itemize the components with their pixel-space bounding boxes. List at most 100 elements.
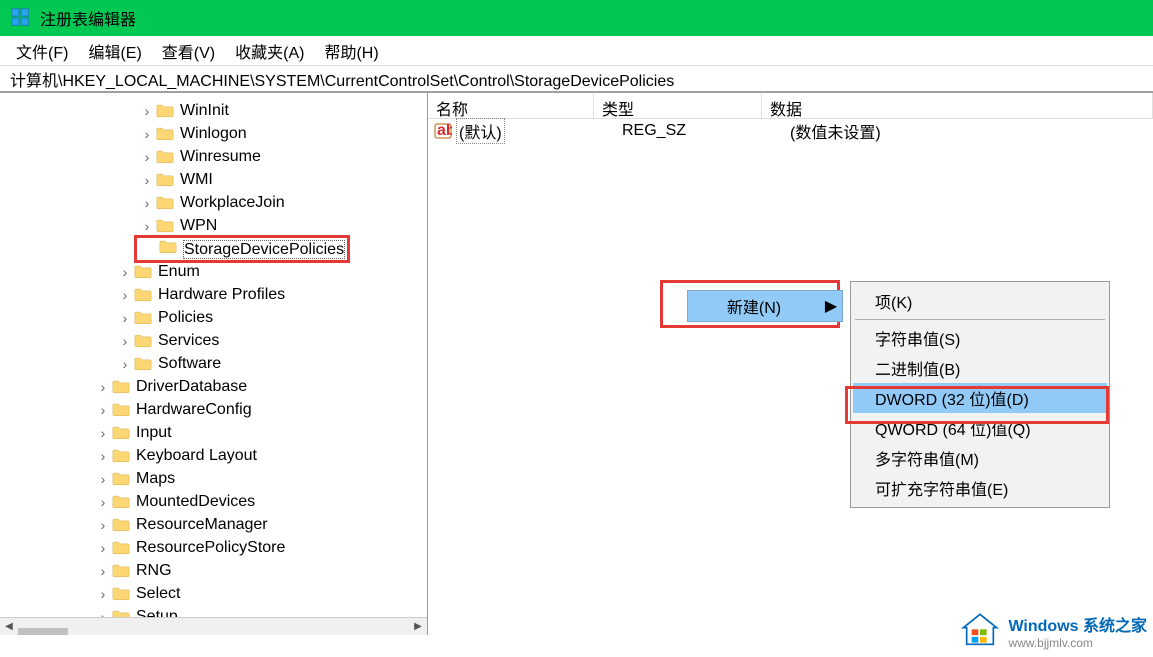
expander-icon[interactable] bbox=[140, 104, 154, 118]
tree-item-label: Winlogon bbox=[180, 125, 247, 143]
value-name: (默认) bbox=[456, 118, 505, 144]
expander-icon[interactable] bbox=[96, 380, 110, 394]
tree-item[interactable]: Policies bbox=[0, 306, 427, 329]
col-header-data[interactable]: 数据 bbox=[762, 93, 1153, 118]
tree-item-label: WorkplaceJoin bbox=[180, 194, 285, 212]
tree-item[interactable]: Software bbox=[0, 352, 427, 375]
menu-help[interactable]: 帮助(H) bbox=[314, 35, 388, 67]
expander-icon[interactable] bbox=[140, 127, 154, 141]
tree-item-label: DriverDatabase bbox=[136, 378, 247, 396]
menu-bar: 文件(F) 编辑(E) 查看(V) 收藏夹(A) 帮助(H) bbox=[0, 36, 1153, 66]
tree[interactable]: WinInit Winlogon Winresume WMI WorkplaceJoin… bbox=[0, 93, 427, 635]
expander-icon[interactable] bbox=[96, 472, 110, 486]
context-menu-item[interactable]: 字符串值(S) bbox=[853, 323, 1107, 353]
tree-item-label: Input bbox=[136, 424, 172, 442]
watermark-title: Windows 系统之家 bbox=[1008, 612, 1147, 636]
value-type: REG_SZ bbox=[622, 122, 790, 140]
expander-icon[interactable] bbox=[96, 587, 110, 601]
tree-item-label: WMI bbox=[180, 171, 213, 189]
expander-icon[interactable] bbox=[140, 219, 154, 233]
tree-item[interactable]: Services bbox=[0, 329, 427, 352]
expander-icon[interactable] bbox=[118, 288, 132, 302]
tree-item[interactable]: Keyboard Layout bbox=[0, 444, 427, 467]
menu-view[interactable]: 查看(V) bbox=[152, 35, 225, 67]
tree-item[interactable]: Enum bbox=[0, 260, 427, 283]
context-new-highlight: 新建(N) ▶ bbox=[660, 280, 840, 328]
context-menu-item[interactable]: 二进制值(B) bbox=[853, 353, 1107, 383]
col-header-type[interactable]: 类型 bbox=[594, 93, 762, 118]
tree-item[interactable]: Hardware Profiles bbox=[0, 283, 427, 306]
tree-item-label: HardwareConfig bbox=[136, 401, 252, 419]
tree-item-label: WinInit bbox=[180, 102, 229, 120]
tree-panel: WinInit Winlogon Winresume WMI WorkplaceJoin… bbox=[0, 93, 428, 635]
context-menu-item[interactable]: 项(K) bbox=[853, 286, 1107, 316]
watermark-logo-icon bbox=[960, 611, 1000, 651]
context-menu-item[interactable]: QWORD (64 位)值(Q) bbox=[853, 413, 1107, 443]
expander-icon[interactable] bbox=[96, 564, 110, 578]
tree-item-label: Policies bbox=[158, 309, 213, 327]
tree-item-label: Select bbox=[136, 585, 180, 603]
context-menu-item[interactable]: 多字符串值(M) bbox=[853, 443, 1107, 473]
col-header-name[interactable]: 名称 bbox=[428, 93, 594, 118]
expander-icon[interactable] bbox=[140, 173, 154, 187]
tree-item[interactable]: MountedDevices bbox=[0, 490, 427, 513]
tree-item[interactable]: Winlogon bbox=[0, 122, 427, 145]
title-bar: 注册表编辑器 bbox=[0, 0, 1153, 36]
value-data: (数值未设置) bbox=[790, 119, 1153, 143]
tree-item-label: WPN bbox=[180, 217, 217, 235]
expander-icon[interactable] bbox=[96, 495, 110, 509]
scroll-left-arrow[interactable]: ◀ bbox=[0, 618, 18, 636]
tree-item-label: Winresume bbox=[180, 148, 261, 166]
tree-item[interactable]: StorageDevicePolicies bbox=[0, 237, 427, 260]
tree-item[interactable]: Winresume bbox=[0, 145, 427, 168]
list-row[interactable]: ab (默认) REG_SZ (数值未设置) bbox=[428, 119, 1153, 143]
list-header: 名称 类型 数据 bbox=[428, 93, 1153, 119]
tree-item-label: StorageDevicePolicies bbox=[183, 240, 345, 259]
menu-fav[interactable]: 收藏夹(A) bbox=[225, 35, 314, 67]
expander-icon[interactable] bbox=[140, 150, 154, 164]
tree-item[interactable]: Select bbox=[0, 582, 427, 605]
expander-icon[interactable] bbox=[96, 541, 110, 555]
context-menu-item[interactable]: DWORD (32 位)值(D) bbox=[853, 383, 1107, 413]
expander-icon[interactable] bbox=[140, 196, 154, 210]
expander-icon[interactable] bbox=[118, 357, 132, 371]
tree-item-label: Hardware Profiles bbox=[158, 286, 285, 304]
submenu-arrow-icon: ▶ bbox=[820, 296, 842, 316]
tree-item[interactable]: DriverDatabase bbox=[0, 375, 427, 398]
context-new-label: 新建(N) bbox=[688, 294, 820, 318]
scroll-right-arrow[interactable]: ▶ bbox=[409, 618, 427, 636]
string-value-icon: ab bbox=[434, 122, 452, 140]
tree-item-label: ResourceManager bbox=[136, 516, 268, 534]
tree-item[interactable]: ResourceManager bbox=[0, 513, 427, 536]
expander-icon[interactable] bbox=[96, 426, 110, 440]
address-bar[interactable]: 计算机\HKEY_LOCAL_MACHINE\SYSTEM\CurrentCon… bbox=[0, 66, 1153, 92]
tree-item[interactable]: WinInit bbox=[0, 99, 427, 122]
horizontal-scrollbar[interactable]: ◀ ▶ bbox=[0, 617, 427, 635]
expander-icon[interactable] bbox=[118, 311, 132, 325]
tree-item[interactable]: WMI bbox=[0, 168, 427, 191]
menu-edit[interactable]: 编辑(E) bbox=[78, 35, 151, 67]
tree-item[interactable]: HardwareConfig bbox=[0, 398, 427, 421]
expander-icon[interactable] bbox=[118, 334, 132, 348]
window-title: 注册表编辑器 bbox=[40, 6, 136, 30]
regedit-icon bbox=[10, 7, 32, 29]
expander-icon[interactable] bbox=[96, 449, 110, 463]
tree-item[interactable]: ResourcePolicyStore bbox=[0, 536, 427, 559]
address-text: 计算机\HKEY_LOCAL_MACHINE\SYSTEM\CurrentCon… bbox=[10, 67, 674, 91]
scroll-thumb[interactable] bbox=[18, 628, 68, 636]
tree-item[interactable]: WorkplaceJoin bbox=[0, 191, 427, 214]
tree-item[interactable]: Input bbox=[0, 421, 427, 444]
tree-item[interactable]: RNG bbox=[0, 559, 427, 582]
menu-separator bbox=[855, 319, 1105, 320]
tree-item-label: RNG bbox=[136, 562, 172, 580]
watermark: Windows 系统之家 www.bjjmlv.com bbox=[960, 611, 1147, 651]
expander-icon[interactable] bbox=[96, 518, 110, 532]
menu-file[interactable]: 文件(F) bbox=[6, 35, 78, 67]
expander-icon[interactable] bbox=[118, 265, 132, 279]
tree-item[interactable]: Maps bbox=[0, 467, 427, 490]
context-menu-new[interactable]: 新建(N) ▶ bbox=[687, 290, 843, 322]
expander-icon[interactable] bbox=[96, 403, 110, 417]
context-menu-item[interactable]: 可扩充字符串值(E) bbox=[853, 473, 1107, 503]
watermark-url: www.bjjmlv.com bbox=[1008, 636, 1147, 650]
tree-item-label: Keyboard Layout bbox=[136, 447, 257, 465]
